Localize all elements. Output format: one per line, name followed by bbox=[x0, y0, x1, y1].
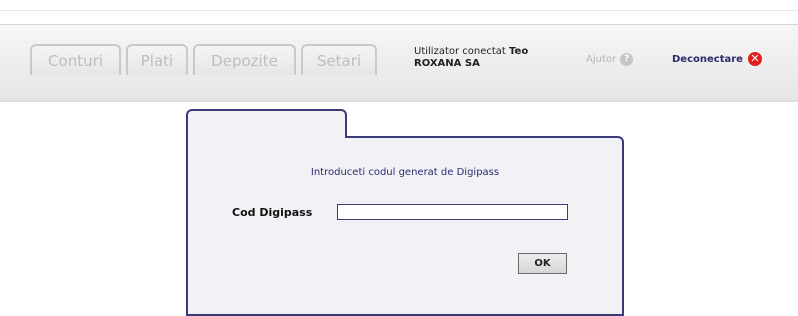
digipass-field-label: Cod Digipass bbox=[232, 206, 313, 219]
digipass-input[interactable] bbox=[337, 204, 568, 220]
dialog-instruction: Introduceti codul generat de Digipass bbox=[310, 167, 500, 178]
header-top-line bbox=[0, 10, 798, 11]
connected-user-prefix: Utilizator conectat bbox=[414, 46, 506, 57]
digipass-dialog bbox=[186, 136, 624, 316]
help-label: Ajutor bbox=[586, 54, 617, 65]
connected-user-name: Teo bbox=[509, 46, 529, 57]
tab-conturi[interactable]: Conturi bbox=[30, 44, 121, 75]
logout-link[interactable]: Deconectare ✕ bbox=[672, 52, 762, 66]
header-bar: Conturi Plati Depozite Setari Utilizator… bbox=[0, 0, 798, 102]
dialog-tab-join bbox=[188, 134, 345, 140]
help-icon: ? bbox=[620, 53, 634, 66]
help-link[interactable]: Ajutor ? bbox=[586, 53, 634, 66]
logout-label: Deconectare bbox=[672, 53, 743, 65]
connected-user-company: ROXANA SA bbox=[414, 58, 480, 69]
close-icon: ✕ bbox=[747, 52, 762, 66]
tab-setari[interactable]: Setari bbox=[301, 44, 377, 75]
connected-user-info: Utilizator conectat Teo ROXANA SA bbox=[414, 46, 528, 70]
ok-button[interactable]: OK bbox=[518, 253, 567, 274]
tab-plati[interactable]: Plati bbox=[126, 44, 188, 75]
tab-depozite[interactable]: Depozite bbox=[193, 44, 296, 75]
